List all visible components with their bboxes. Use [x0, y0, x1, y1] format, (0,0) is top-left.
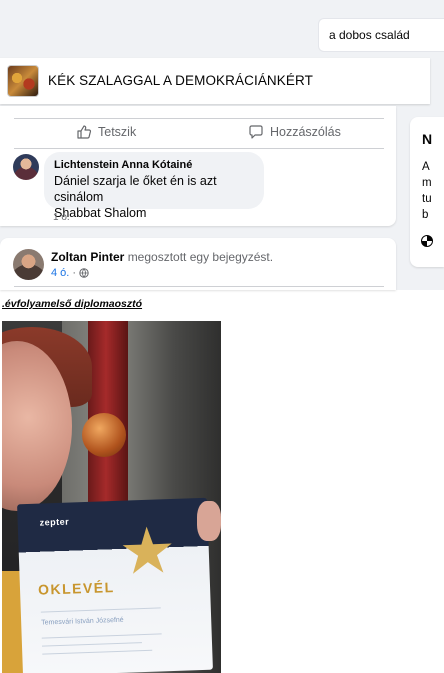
certificate-title: OKLEVÉL	[37, 579, 115, 598]
photo-hand	[197, 501, 221, 541]
thumbs-up-icon	[77, 125, 92, 139]
like-button[interactable]: Tetszik	[76, 121, 136, 143]
certificate-line	[40, 607, 161, 613]
divider	[14, 148, 384, 149]
side-text: tu	[422, 193, 432, 205]
share-action: megosztott egy bejegyzést.	[127, 250, 274, 264]
shared-post-header: Zoltan Pinter megosztott egy bejegyzést.…	[0, 238, 396, 290]
group-header[interactable]: KÉK SZALAGGAL A DEMOKRÁCIÁNKÉRT	[0, 58, 430, 104]
globe-icon	[79, 268, 89, 278]
share-line: Zoltan Pinter megosztott egy bejegyzést.	[51, 250, 273, 264]
privacy-icon	[421, 235, 433, 247]
avatar[interactable]	[13, 249, 44, 280]
search-input[interactable]: a dobos család	[318, 18, 444, 52]
post-photo[interactable]: zepter ★ OKLEVÉL Temesvári István József…	[2, 321, 221, 673]
avatar[interactable]	[13, 154, 39, 180]
certificate-line	[41, 633, 162, 639]
certificate-line	[42, 642, 142, 647]
side-card: N A m tu b	[410, 117, 444, 267]
certificate-line	[42, 649, 153, 655]
photo-lamp	[82, 413, 126, 457]
like-label: Tetszik	[98, 125, 137, 139]
share-author[interactable]: Zoltan Pinter	[51, 250, 124, 264]
side-text: A	[422, 161, 430, 173]
certificate-logo: zepter	[39, 516, 70, 528]
share-meta: 4 ó. ·	[51, 267, 89, 279]
star-icon: ★	[117, 513, 178, 588]
post-card: Tetszik Hozzászólás Lichtenstein Anna Kó…	[0, 106, 396, 226]
certificate-name: Temesvári István Józsefné	[41, 616, 124, 627]
group-title[interactable]: KÉK SZALAGGAL A DEMOKRÁCIÁNKÉRT	[48, 73, 313, 88]
post-caption: .évfolyamelső diplomaosztó	[2, 298, 143, 310]
group-thumbnail[interactable]	[7, 65, 39, 97]
comment-timestamp[interactable]: 1 ó.	[53, 212, 70, 223]
certificate: zepter ★ OKLEVÉL Temesvári István József…	[17, 497, 213, 673]
comment-icon	[249, 125, 263, 139]
side-text: b	[422, 209, 429, 221]
comment-label: Hozzászólás	[270, 125, 341, 139]
side-heading: N	[422, 131, 433, 147]
feed-area: a dobos család KÉK SZALAGGAL A DEMOKRÁCI…	[0, 0, 444, 290]
comment-text-line2: Shabbat Shalom	[54, 206, 147, 220]
divider	[14, 286, 384, 287]
separator-dot: ·	[72, 267, 77, 279]
comment-text-line1: Dániel szarja le őket én is azt csinálom	[54, 174, 217, 204]
comment-author[interactable]: Lichtenstein Anna Kótainé	[54, 159, 254, 171]
side-text: m	[422, 177, 432, 189]
comment-button[interactable]: Hozzászólás	[248, 121, 341, 143]
divider	[14, 118, 384, 119]
share-timestamp[interactable]: 4 ó.	[51, 267, 69, 279]
comment-bubble: Lichtenstein Anna Kótainé Dániel szarja …	[44, 152, 264, 220]
